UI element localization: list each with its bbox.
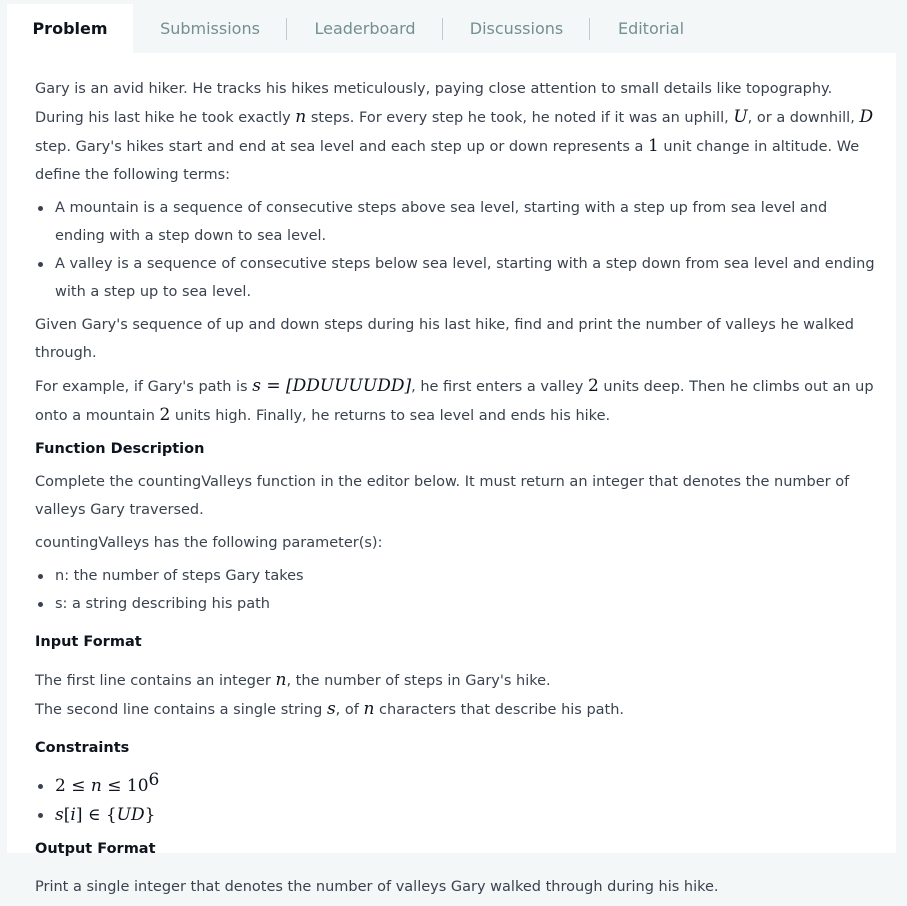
constraints-list: 2 ≤ n ≤ 106 s[i] ∈ {UD} xyxy=(35,772,875,830)
tab-submissions[interactable]: Submissions xyxy=(133,4,287,53)
tab-label: Editorial xyxy=(617,19,685,38)
text: ≤ 10 xyxy=(101,776,149,796)
math-n: n xyxy=(275,670,287,690)
math-U: U xyxy=(733,107,748,127)
problem-statement: Gary is an avid hiker. He tracks his hik… xyxy=(35,75,875,906)
definitions-list: A mountain is a sequence of consecutive … xyxy=(35,194,875,306)
constraint-n: 2 ≤ n ≤ 106 xyxy=(35,772,875,801)
output-format-heading: Output Format xyxy=(35,841,156,857)
exponent: 6 xyxy=(148,770,160,791)
math-D: D xyxy=(859,107,874,127)
task-paragraph: Given Gary's sequence of up and down ste… xyxy=(35,317,854,361)
text: , of xyxy=(335,702,364,718)
math-n: n xyxy=(90,776,102,796)
param-s: s: a string describing his path xyxy=(35,590,875,618)
params-list: n: the number of steps Gary takes s: a s… xyxy=(35,562,875,618)
text: , or a downhill, xyxy=(747,110,860,126)
tab-leaderboard[interactable]: Leaderboard xyxy=(287,4,443,53)
params-intro: countingValleys has the following parame… xyxy=(35,535,383,551)
input-line-1: The first line contains an integer n, th… xyxy=(35,666,875,695)
function-description: Complete the countingValleys function in… xyxy=(35,474,850,518)
param-n: n: the number of steps Gary takes xyxy=(35,562,875,590)
function-description-heading: Function Description xyxy=(35,441,205,457)
text: ] ∈ { xyxy=(75,805,117,825)
math-n: n xyxy=(295,107,307,127)
text: The second line contains a single string xyxy=(35,702,327,718)
tab-label: Discussions xyxy=(469,19,564,38)
tab-label: Submissions xyxy=(160,19,260,38)
tab-label: Problem xyxy=(32,19,108,38)
text: steps. For every step he took, he noted … xyxy=(306,110,734,126)
constraints-heading: Constraints xyxy=(35,740,130,756)
math-2: 2 xyxy=(159,405,171,425)
output-description: Print a single integer that denotes the … xyxy=(35,879,719,895)
definition-mountain: A mountain is a sequence of consecutive … xyxy=(35,194,875,250)
math-1: 1 xyxy=(647,136,659,156)
tab-editorial[interactable]: Editorial xyxy=(590,4,712,53)
text: The first line contains an integer xyxy=(35,673,276,689)
input-line-2: The second line contains a single string… xyxy=(35,695,875,724)
text: , the number of steps in Gary's hike. xyxy=(286,673,551,689)
text: step. Gary's hikes start and end at sea … xyxy=(35,139,648,155)
tab-problem[interactable]: Problem xyxy=(7,4,133,53)
math-eq: = xyxy=(260,376,287,396)
math-s: s xyxy=(55,805,64,825)
math-set: UD xyxy=(116,805,145,825)
input-format-heading: Input Format xyxy=(35,634,142,650)
constraint-s: s[i] ∈ {UD} xyxy=(35,801,875,830)
definition-valley: A valley is a sequence of consecutive st… xyxy=(35,250,875,306)
intro-paragraph: Gary is an avid hiker. He tracks his hik… xyxy=(35,75,875,189)
tab-label: Leaderboard xyxy=(314,19,416,38)
text: units high. Finally, he returns to sea l… xyxy=(170,408,611,424)
text: } xyxy=(144,805,156,825)
problem-panel: Gary is an avid hiker. He tracks his hik… xyxy=(7,53,896,895)
text: characters that describe his path. xyxy=(374,702,625,718)
tab-discussions[interactable]: Discussions xyxy=(443,4,590,53)
text: , he first enters a valley xyxy=(411,379,588,395)
math-s: s xyxy=(326,699,336,719)
math-s: s xyxy=(252,376,261,396)
text: 2 ≤ xyxy=(55,776,91,796)
text: For example, if Gary's path is xyxy=(35,379,253,395)
problem-tabs: Problem Submissions Leaderboard Discussi… xyxy=(7,4,712,53)
math-2: 2 xyxy=(587,376,599,396)
math-path: [DDUUUUDD] xyxy=(286,376,412,396)
example-paragraph: For example, if Gary's path is s = [DDUU… xyxy=(35,372,875,430)
math-n: n xyxy=(363,699,375,719)
